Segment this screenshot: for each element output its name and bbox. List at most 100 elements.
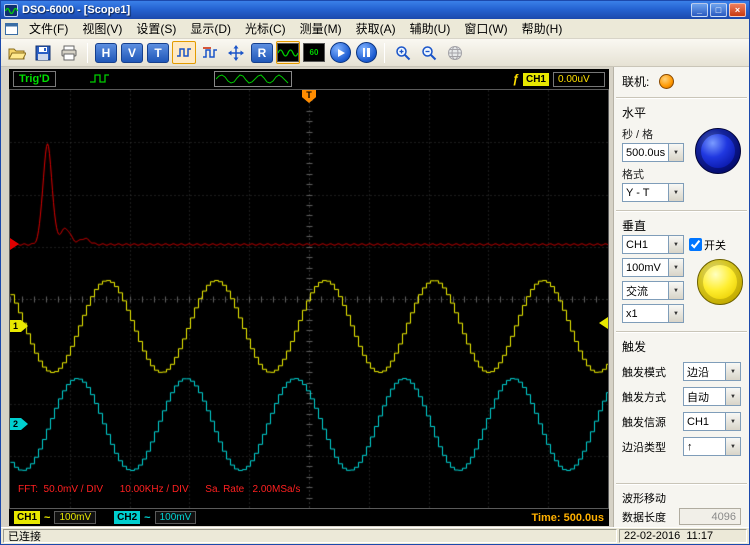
trigger-sweep-select[interactable]: 自动 ▼ [683, 387, 741, 406]
child-window-icon [5, 22, 18, 35]
trigger-level-value: 0.00uV [553, 71, 605, 87]
panel-separator [616, 97, 747, 99]
ch2-trace-marker[interactable]: 2 [10, 418, 28, 430]
main-content: Trig'D ƒ CH1 0.00uV T 1 2 FFT: 50.0mV / … [1, 67, 749, 529]
signal-60-icon: 60 [309, 48, 319, 57]
run-button[interactable] [328, 41, 352, 64]
channel-switch[interactable]: 开关 [689, 237, 726, 253]
mini-waveform-icon [215, 73, 289, 84]
network-button[interactable] [443, 41, 467, 64]
control-panel: 联机: 水平 秒 / 格 500.0us ▼ 格式 Y - T ▼ 垂直 CH1… [613, 67, 749, 529]
menu-view[interactable]: 视图(V) [75, 18, 129, 39]
sec-per-div-select[interactable]: 500.0us ▼ [622, 143, 684, 162]
chevron-down-icon: ▼ [668, 184, 683, 201]
zoom-out-icon [422, 45, 437, 60]
maximize-icon[interactable]: □ [710, 3, 727, 17]
save-icon [35, 45, 51, 60]
play-icon [337, 48, 345, 57]
trigger-sweep-label: 触发方式 [622, 391, 666, 404]
chevron-down-icon: ▼ [668, 259, 683, 276]
ch2-scale[interactable]: 100mV [154, 511, 197, 524]
print-button[interactable] [57, 41, 81, 64]
chevron-down-icon: ▼ [668, 305, 683, 322]
scope-column: Trig'D ƒ CH1 0.00uV T 1 2 FFT: 50.0mV / … [1, 67, 613, 529]
chevron-down-icon: ▼ [668, 282, 683, 299]
open-button[interactable] [5, 41, 29, 64]
channel-bar: CH1 ~ 100mV CH2 ~ 100mV Time: 500.0us [9, 509, 609, 526]
zoom-in-icon [396, 45, 411, 60]
waveform-mode2-button[interactable] [198, 41, 222, 64]
horizontal-knob[interactable] [695, 128, 741, 174]
status-bar: 已连接 22-02-2016 11:17 [1, 527, 749, 544]
volts-per-div-select[interactable]: 100mV ▼ [622, 258, 684, 277]
format-select[interactable]: Y - T ▼ [622, 183, 684, 202]
menu-measure[interactable]: 测量(M) [293, 18, 349, 39]
vertical-knob[interactable] [697, 259, 743, 305]
trigger-status-badge: Trig'D [13, 71, 56, 87]
trigger-source-label: 触发信源 [622, 416, 666, 429]
trigger-readout: ƒ CH1 0.00uV [512, 71, 605, 87]
square-wave2-icon [203, 46, 217, 58]
ch1-coupling-icon: ~ [44, 511, 51, 524]
scope-display: T 1 2 FFT: 50.0mV / DIV 10.00KHz / DIV S… [9, 89, 609, 509]
panel-separator [616, 210, 747, 212]
menu-cursor[interactable]: 光标(C) [238, 18, 293, 39]
trigger-status-strip: Trig'D ƒ CH1 0.00uV [9, 69, 609, 89]
probe-select[interactable]: x1 ▼ [622, 304, 684, 323]
signal-source-button[interactable]: 60 [302, 41, 326, 64]
menu-utility[interactable]: 辅助(U) [403, 18, 458, 39]
pause-button[interactable] [354, 41, 378, 64]
trigger-source-badge: CH1 [522, 72, 549, 86]
ch2-badge[interactable]: CH2 [114, 511, 141, 524]
menu-settings[interactable]: 设置(S) [129, 18, 183, 39]
chevron-down-icon: ▼ [725, 413, 740, 430]
menu-help[interactable]: 帮助(H) [515, 18, 570, 39]
horizontal-section-title: 水平 [622, 106, 647, 120]
ch1-scale[interactable]: 100mV [54, 511, 97, 524]
trigger-level-marker[interactable] [599, 317, 608, 329]
zoom-in-button[interactable] [391, 41, 415, 64]
scope-canvas[interactable] [10, 90, 608, 508]
menu-bar: 文件(F) 视图(V) 设置(S) 显示(D) 光标(C) 测量(M) 获取(A… [1, 19, 749, 39]
fft-trace-marker[interactable] [10, 238, 19, 250]
panel-separator [616, 483, 747, 485]
link-label: 联机: [622, 75, 650, 89]
edge-type-select[interactable]: ↑ ▼ [683, 437, 741, 456]
waveform-preview[interactable] [213, 71, 292, 87]
channel-select[interactable]: CH1 ▼ [622, 235, 684, 254]
connection-led [659, 74, 675, 89]
channel-switch-checkbox[interactable] [689, 238, 702, 251]
title-bar: DSO-6000 - [Scope1] _ □ × [1, 1, 749, 19]
chevron-down-icon: ▼ [725, 388, 740, 405]
ch1-badge[interactable]: CH1 [14, 511, 41, 524]
menu-display[interactable]: 显示(D) [183, 18, 238, 39]
close-icon[interactable]: × [729, 3, 746, 17]
trigger-source-select[interactable]: CH1 ▼ [683, 412, 741, 431]
menu-window[interactable]: 窗口(W) [457, 18, 514, 39]
minimize-icon[interactable]: _ [691, 3, 708, 17]
ch2-coupling-icon: ~ [144, 511, 151, 524]
vertical-panel-button[interactable]: V [120, 41, 144, 64]
panel-separator [616, 331, 747, 333]
save-button[interactable] [31, 41, 55, 64]
datetime-status: 22-02-2016 11:17 [619, 529, 747, 543]
green-sine-icon [278, 48, 298, 57]
horizontal-panel-button[interactable]: H [94, 41, 118, 64]
acquire-mode-icon [89, 73, 110, 85]
trigger-mode-label: 触发模式 [622, 366, 666, 379]
menu-acquire[interactable]: 获取(A) [349, 18, 403, 39]
zoom-out-button[interactable] [417, 41, 441, 64]
menu-file[interactable]: 文件(F) [22, 18, 75, 39]
data-length-value: 4096 [679, 508, 741, 525]
square-wave-icon [177, 47, 191, 57]
pan-button[interactable] [224, 41, 248, 64]
ch1-trace-marker[interactable]: 1 [10, 320, 28, 332]
record-button[interactable]: R [250, 41, 274, 64]
waveform-mode-button[interactable] [172, 41, 196, 64]
chevron-down-icon: ▼ [725, 438, 740, 455]
four-arrows-icon [228, 44, 244, 61]
trigger-panel-button[interactable]: T [146, 41, 170, 64]
trigger-mode-select[interactable]: 边沿 ▼ [683, 362, 741, 381]
waveform-display-button[interactable] [276, 41, 300, 64]
coupling-select[interactable]: 交流 ▼ [622, 281, 684, 300]
